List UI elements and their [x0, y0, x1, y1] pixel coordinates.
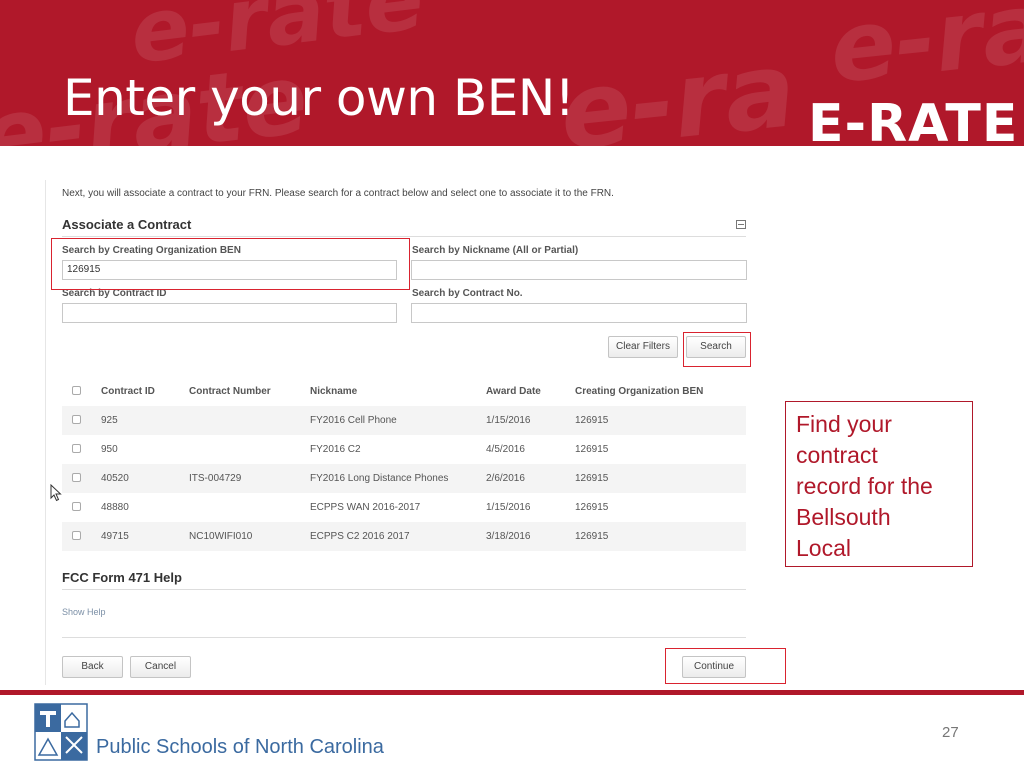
intro-text: Next, you will associate a contract to y…: [62, 188, 614, 199]
creating-org-ben-cell: 126915: [575, 444, 609, 455]
contract-id-cell: 48880: [101, 502, 129, 513]
nickname-cell: FY2016 Cell Phone: [310, 415, 397, 426]
nickname-cell: ECPPS C2 2016 2017: [310, 531, 410, 542]
callout-line: Bellsouth: [796, 504, 891, 530]
column-header-contract-number[interactable]: Contract Number: [189, 386, 271, 397]
nickname-cell: FY2016 C2: [310, 444, 361, 455]
contract-number-cell: NC10WIFI010: [189, 531, 253, 542]
contract-no-field-label: Search by Contract No.: [412, 288, 523, 299]
back-button[interactable]: Back: [62, 656, 123, 678]
award-date-cell: 1/15/2016: [486, 415, 531, 426]
nickname-cell: ECPPS WAN 2016-2017: [310, 502, 421, 513]
column-header-creating-org-ben[interactable]: Creating Organization BEN: [575, 386, 703, 397]
search-button-highlight: [683, 332, 751, 367]
creating-org-ben-cell: 126915: [575, 473, 609, 484]
clear-filters-button[interactable]: Clear Filters: [608, 336, 678, 358]
callout-line: Local: [796, 535, 851, 561]
background-watermark: e-ra: [824, 0, 1024, 106]
row-checkbox[interactable]: [72, 531, 81, 540]
row-checkbox[interactable]: [72, 415, 81, 424]
table-row[interactable]: 40520 ITS-004729 FY2016 Long Distance Ph…: [62, 464, 746, 493]
footer-divider: [0, 690, 1024, 695]
table-row[interactable]: 48880 ECPPS WAN 2016-2017 1/15/2016 1269…: [62, 493, 746, 522]
table-row[interactable]: 925 FY2016 Cell Phone 1/15/2016 126915: [62, 406, 746, 435]
background-watermark: e-ra: [554, 28, 801, 146]
mouse-pointer-icon: [50, 484, 62, 502]
contract-no-search-input[interactable]: [411, 303, 747, 323]
creating-org-ben-cell: 126915: [575, 531, 609, 542]
cancel-button[interactable]: Cancel: [130, 656, 191, 678]
table-row[interactable]: 950 FY2016 C2 4/5/2016 126915: [62, 435, 746, 464]
help-section-title: FCC Form 471 Help: [62, 570, 182, 585]
callout-box: Find your contract record for the Bellso…: [785, 401, 973, 567]
erate-logo: E-RATE: [808, 94, 1019, 146]
divider: [62, 236, 746, 237]
row-checkbox[interactable]: [72, 473, 81, 482]
contract-id-cell: 950: [101, 444, 118, 455]
continue-button-highlight: [665, 648, 786, 684]
callout-line: record for the: [796, 473, 933, 499]
row-checkbox[interactable]: [72, 444, 81, 453]
page-number: 27: [942, 724, 959, 741]
divider: [62, 589, 746, 590]
show-help-link[interactable]: Show Help: [62, 607, 106, 617]
title-banner: e-rate e-rate e-ra e-ra Enter your own B…: [0, 0, 1024, 146]
footer-org-name: Public Schools of North Carolina: [96, 736, 384, 758]
table-row[interactable]: 49715 NC10WIFI010 ECPPS C2 2016 2017 3/1…: [62, 522, 746, 551]
section-title: Associate a Contract: [62, 217, 192, 232]
divider: [62, 637, 746, 638]
award-date-cell: 3/18/2016: [486, 531, 531, 542]
collapse-icon[interactable]: [736, 220, 746, 229]
column-header-award-date[interactable]: Award Date: [486, 386, 541, 397]
contract-results-table: Contract ID Contract Number Nickname Awa…: [62, 377, 746, 551]
ben-search-highlight: [51, 238, 410, 290]
contract-id-search-input[interactable]: [62, 303, 397, 323]
contract-number-cell: ITS-004729: [189, 473, 242, 484]
column-header-contract-id[interactable]: Contract ID: [101, 386, 155, 397]
nickname-search-input[interactable]: [411, 260, 747, 280]
contract-id-cell: 925: [101, 415, 118, 426]
award-date-cell: 1/15/2016: [486, 502, 531, 513]
contract-id-cell: 40520: [101, 473, 129, 484]
contract-id-cell: 49715: [101, 531, 129, 542]
callout-line: Find your: [796, 411, 892, 437]
column-header-nickname[interactable]: Nickname: [310, 386, 357, 397]
slide-title: Enter your own BEN!: [63, 69, 575, 127]
callout-line: contract: [796, 442, 878, 468]
nickname-cell: FY2016 Long Distance Phones: [310, 473, 449, 484]
row-checkbox[interactable]: [72, 502, 81, 511]
table-header-row: Contract ID Contract Number Nickname Awa…: [62, 377, 746, 406]
select-all-checkbox[interactable]: [72, 386, 81, 395]
nickname-field-label: Search by Nickname (All or Partial): [412, 245, 579, 256]
award-date-cell: 4/5/2016: [486, 444, 525, 455]
dpi-seal-logo-icon: [34, 703, 88, 761]
creating-org-ben-cell: 126915: [575, 415, 609, 426]
award-date-cell: 2/6/2016: [486, 473, 525, 484]
creating-org-ben-cell: 126915: [575, 502, 609, 513]
